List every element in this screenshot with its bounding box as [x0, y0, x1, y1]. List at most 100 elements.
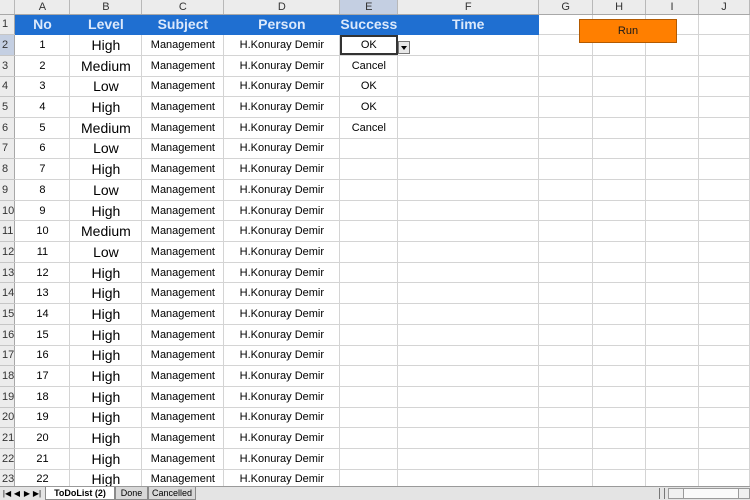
cell[interactable] — [592, 407, 647, 429]
cell[interactable] — [698, 179, 750, 201]
cell-level[interactable]: High — [69, 34, 143, 56]
cell[interactable] — [538, 76, 594, 98]
column-header-e[interactable]: E — [339, 0, 399, 15]
row-header[interactable]: 21 — [0, 427, 16, 449]
cell[interactable] — [592, 365, 647, 387]
cell[interactable] — [592, 427, 647, 449]
cell-success[interactable] — [339, 386, 399, 408]
cell-subject[interactable]: Management — [141, 345, 225, 367]
cell-no[interactable]: 9 — [14, 200, 71, 222]
cell-person[interactable]: H.Konuray Demir — [223, 386, 341, 408]
column-header-c[interactable]: C — [141, 0, 225, 15]
cell[interactable] — [397, 427, 540, 449]
cell-success[interactable] — [339, 220, 399, 243]
cell[interactable] — [645, 324, 699, 346]
nav-last-icon[interactable]: ▶| — [32, 488, 42, 499]
cell-success[interactable] — [339, 241, 399, 263]
cell-success[interactable] — [339, 365, 399, 387]
cell[interactable] — [592, 303, 647, 325]
cell-success[interactable]: OK — [339, 96, 399, 118]
cell-success[interactable] — [339, 200, 399, 222]
cell-level[interactable]: Low — [69, 179, 143, 201]
cell-subject[interactable]: Management — [141, 282, 225, 305]
cell[interactable] — [645, 303, 699, 325]
split-handle[interactable] — [659, 488, 665, 499]
column-header-g[interactable]: G — [538, 0, 594, 15]
cell-person[interactable]: H.Konuray Demir — [223, 220, 341, 243]
row-header[interactable]: 19 — [0, 386, 16, 408]
cell-level[interactable]: Medium — [69, 220, 143, 243]
column-header-h[interactable]: H — [592, 0, 647, 15]
cell-level[interactable]: High — [69, 345, 143, 367]
cell[interactable] — [538, 241, 594, 263]
header-person[interactable]: Person — [223, 14, 341, 36]
cell[interactable] — [645, 117, 699, 139]
cell-subject[interactable]: Management — [141, 262, 225, 284]
cell-level[interactable]: Low — [69, 76, 143, 98]
header-subject[interactable]: Subject — [141, 14, 225, 36]
run-button[interactable]: Run — [579, 19, 677, 43]
cell[interactable] — [538, 407, 594, 429]
cell[interactable] — [397, 200, 540, 222]
cell[interactable] — [538, 448, 594, 470]
cell-success[interactable]: OK — [339, 76, 399, 98]
cell[interactable] — [698, 220, 750, 243]
cell-person[interactable]: H.Konuray Demir — [223, 117, 341, 139]
cell-level[interactable]: Medium — [69, 117, 143, 139]
cell[interactable] — [698, 303, 750, 325]
row-header[interactable]: 2 — [0, 34, 16, 56]
cell[interactable] — [698, 241, 750, 263]
cell-no[interactable]: 4 — [14, 96, 71, 118]
cell-success[interactable] — [339, 427, 399, 449]
cell[interactable] — [397, 324, 540, 346]
cell[interactable] — [592, 386, 647, 408]
cell[interactable] — [592, 76, 647, 98]
cell[interactable] — [698, 34, 750, 56]
cell-level[interactable]: High — [69, 469, 143, 486]
cell[interactable] — [592, 345, 647, 367]
cell[interactable] — [698, 365, 750, 387]
cell-no[interactable]: 5 — [14, 117, 71, 139]
cell[interactable] — [645, 76, 699, 98]
nav-first-icon[interactable]: |◀ — [2, 488, 12, 499]
cell[interactable] — [538, 200, 594, 222]
row-header[interactable]: 9 — [0, 179, 16, 201]
row-header[interactable]: 10 — [0, 200, 16, 222]
cell-success[interactable] — [339, 303, 399, 325]
cell-person[interactable]: H.Konuray Demir — [223, 262, 341, 284]
cell-success[interactable]: OK — [339, 34, 399, 56]
cell[interactable] — [645, 179, 699, 201]
cell-subject[interactable]: Management — [141, 407, 225, 429]
row-header[interactable]: 7 — [0, 138, 16, 160]
cell-person[interactable]: H.Konuray Demir — [223, 365, 341, 387]
column-header-i[interactable]: I — [645, 0, 699, 15]
spreadsheet-grid[interactable]: A B C D E F G H I J 1 No Level Subject Person Success Ti… — [0, 0, 750, 486]
cell[interactable] — [397, 179, 540, 201]
cell[interactable] — [397, 345, 540, 367]
cell-no[interactable]: 2 — [14, 55, 71, 77]
cell[interactable] — [698, 76, 750, 98]
cell-level[interactable]: High — [69, 96, 143, 118]
cell-subject[interactable]: Management — [141, 448, 225, 470]
cell[interactable] — [397, 55, 540, 77]
cell-person[interactable]: H.Konuray Demir — [223, 407, 341, 429]
cell-no[interactable]: 6 — [14, 138, 71, 160]
row-header[interactable]: 11 — [0, 220, 16, 243]
cell[interactable] — [592, 179, 647, 201]
cell[interactable] — [397, 117, 540, 139]
row-header[interactable]: 18 — [0, 365, 16, 387]
cell[interactable] — [592, 138, 647, 160]
header-level[interactable]: Level — [69, 14, 143, 36]
cell-person[interactable]: H.Konuray Demir — [223, 448, 341, 470]
column-header-j[interactable]: J — [698, 0, 750, 15]
cell[interactable] — [592, 241, 647, 263]
header-time[interactable]: Time — [397, 14, 540, 36]
cell[interactable] — [397, 448, 540, 470]
cell[interactable] — [397, 365, 540, 387]
cell[interactable] — [698, 96, 750, 118]
row-header[interactable]: 23 — [0, 469, 16, 486]
cell-person[interactable]: H.Konuray Demir — [223, 179, 341, 201]
cell[interactable] — [538, 117, 594, 139]
cell[interactable] — [538, 303, 594, 325]
cell-level[interactable]: Low — [69, 138, 143, 160]
